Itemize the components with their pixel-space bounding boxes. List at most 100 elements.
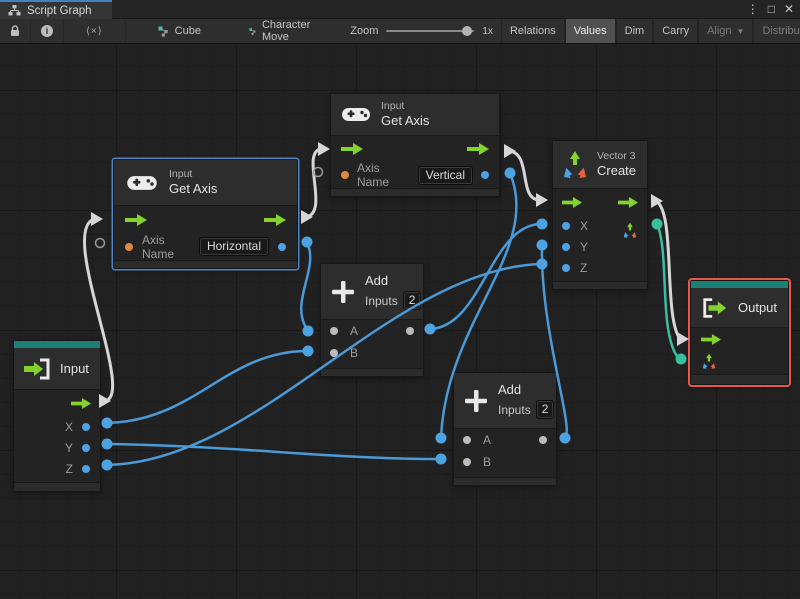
info-button[interactable]: i [31,19,64,43]
code-icon: ⟨×⟩ [86,25,103,37]
node-add-1[interactable]: Add Inputs 2 A B [320,263,424,377]
node-graph-output[interactable]: Output [690,280,789,385]
port-label: Axis Name [142,232,175,261]
inputs-label: Inputs [498,402,531,417]
dropdown-align[interactable]: Align ▼ [698,19,754,43]
flow-out-port[interactable] [467,143,489,155]
flow-out-port[interactable] [264,213,286,226]
toggle-values[interactable]: Values [564,19,616,43]
zoom-value: 1x [482,25,493,37]
toggle-relations[interactable]: Relations [500,19,565,43]
axis-name-field[interactable]: Vertical [417,165,473,185]
lock-icon [11,25,19,36]
inputs-label: Inputs [365,293,398,308]
node-vector3-create[interactable]: Vector 3 Create X Y Z [552,140,648,290]
node-get-axis-horizontal[interactable]: Input Get Axis Axis Name Horizontal [113,159,298,269]
flow-in-port[interactable] [701,333,721,345]
input-port-x[interactable] [562,221,570,230]
port-label: Y [580,239,589,254]
port-label: A [350,324,359,338]
flow-out-port[interactable] [71,397,91,409]
toggle-dim[interactable]: Dim [615,19,654,43]
vector3-icon [564,150,586,178]
input-port-z[interactable] [562,263,570,272]
node-subtitle: Input [381,100,405,112]
port-label: X [64,419,73,434]
tab-title: Script Graph [27,4,92,17]
input-port-b[interactable] [463,458,471,466]
dropdown-distribute[interactable]: Distribute▼ [753,19,800,43]
window-maximize-icon[interactable]: □ [768,0,775,19]
node-footer [114,260,297,268]
port-label: Z [580,260,588,275]
node-footer [691,374,788,384]
breadcrumb-graph-cube[interactable]: Cube [148,19,211,43]
inputs-count-field[interactable]: 2 [402,291,422,310]
breadcrumb-graph-character-move[interactable]: Character Move [239,19,324,43]
port-label: Z [65,461,73,476]
breadcrumb-label: Character Move [261,19,311,43]
node-footer [454,477,556,485]
port-label: Axis Name [357,161,390,189]
node-title: Create [597,163,637,178]
unit-accent-strip [14,341,100,348]
node-title: Get Axis [381,113,430,128]
zoom-slider-handle[interactable] [462,26,473,36]
node-subtitle: Input [169,168,193,180]
input-port-a[interactable] [330,327,338,335]
info-icon: i [41,25,53,37]
zoom-slider[interactable] [386,26,475,36]
string-port[interactable] [341,171,349,179]
vector3-input-port[interactable] [701,353,717,370]
flow-in-port[interactable] [125,213,147,226]
input-port-y[interactable] [562,242,570,251]
flow-out-port[interactable] [618,196,638,208]
output-port-z[interactable] [82,464,90,473]
port-label: X [580,218,589,233]
port-label: B [483,455,492,469]
sum-out-port[interactable] [539,436,547,444]
node-add-2[interactable]: Add Inputs 2 A B [453,372,557,486]
window-close-icon[interactable]: ✕ [784,0,794,19]
add-icon [465,389,487,412]
node-title: Input [60,360,89,376]
node-graph-input[interactable]: Input X Y Z [13,340,101,492]
breadcrumb-label: Cube [174,25,201,37]
chevron-down-icon: ▼ [736,26,745,36]
add-icon [332,280,354,303]
node-title: Add [365,273,389,288]
gamepad-icon [342,108,370,121]
node-footer [331,188,499,196]
port-label: B [350,346,359,360]
graph-toolbar: i ⟨×⟩ Cube Character Move Zoom 1x Relati… [0,19,800,44]
graph-asset-icon [158,26,168,37]
node-footer [321,368,423,376]
node-footer [14,482,100,491]
output-port-x[interactable] [82,422,90,431]
input-port-a[interactable] [463,436,471,444]
node-get-axis-vertical[interactable]: Input Get Axis Axis Name Vertical [330,93,500,197]
string-port[interactable] [125,242,133,251]
graph-asset-icon [249,27,256,35]
sum-out-port[interactable] [406,327,414,335]
port-label: A [483,433,492,447]
node-footer [553,281,647,289]
node-subtitle: Vector 3 [597,150,636,162]
output-port-y[interactable] [82,443,90,452]
value-out-port[interactable] [481,171,489,179]
script-graph-tab-icon [8,5,21,16]
input-port-b[interactable] [330,349,338,357]
value-out-port[interactable] [278,242,286,251]
axis-name-field[interactable]: Horizontal [198,237,269,256]
inputs-count-field[interactable]: 2 [535,400,555,419]
tab-bar: Script Graph ⋮ □ ✕ [0,0,800,19]
unity-script-graph-window: Script Graph ⋮ □ ✕ i ⟨×⟩ Cube Character … [0,0,800,599]
flow-in-port[interactable] [562,196,582,208]
window-menu-icon[interactable]: ⋮ [747,0,759,19]
flow-in-port[interactable] [341,143,363,155]
tab-script-graph[interactable]: Script Graph [0,0,112,19]
lock-button[interactable] [0,19,31,43]
toggle-carry[interactable]: Carry [653,19,699,43]
port-label: Y [64,440,73,455]
edit-code-button[interactable]: ⟨×⟩ [64,19,126,43]
